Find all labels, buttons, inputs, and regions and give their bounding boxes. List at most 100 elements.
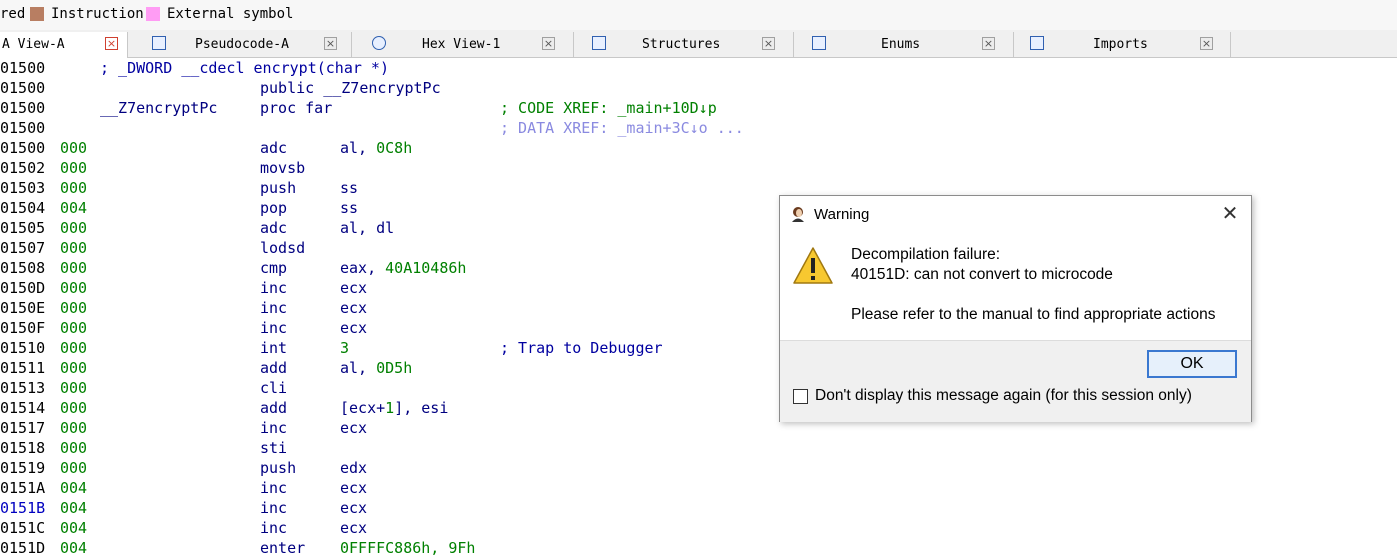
tab-enums[interactable]: Enums × [796,32,1014,57]
operands: ecx [340,298,367,318]
tab-label: A View-A [2,37,65,52]
listing-line: 0151C 004 inc ecx [0,518,1397,538]
dont-show-again-label[interactable]: Don't display this message again (for th… [815,387,1192,405]
address: 01503 [0,179,46,197]
operand-part: al, [340,359,377,377]
public-directive: public __Z7encryptPc [260,79,441,97]
tab-imports[interactable]: Imports × [1016,32,1231,57]
legend-item-label: External symbol [167,6,294,22]
operands: ecx [340,478,367,498]
listing-line: 01500 public __Z7encryptPc [0,78,1397,98]
tab-pseudocode-a[interactable]: Pseudocode-A × [136,32,352,57]
operand-part: 0FFFFC886h, 9Fh [340,539,476,557]
stack-pointer: 000 [60,259,88,277]
stack-pointer: 000 [60,399,88,417]
mnemonic: cli [260,379,288,397]
listing-line: 01500 ; DATA XREF: _main+3C↓o ... [0,118,1397,138]
close-icon[interactable]: × [542,37,555,50]
operand-part: ecx [340,519,368,537]
mnemonic: inc [260,299,288,317]
tab-label: Enums [881,37,921,52]
close-icon[interactable]: × [762,37,775,50]
operands: al, dl [340,218,394,238]
operand-part: edx [340,459,368,477]
stack-pointer: 000 [60,219,88,237]
warning-dialog: Warning ✕ Decompilation failure: 40151D:… [779,195,1252,422]
operands: ecx [340,318,367,338]
mnemonic: add [260,359,288,377]
mnemonic: inc [260,519,288,537]
stack-pointer: 000 [60,179,88,197]
code-xref-comment[interactable]: ; CODE XREF: _main+10D↓p [500,98,717,118]
tab-hex-view-1[interactable]: Hex View-1 × [356,32,574,57]
address: 01502 [0,159,46,177]
mnemonic: inc [260,279,288,297]
operand-part: ecx [340,319,368,337]
operand-part: 1 [385,399,395,417]
listing-line: 01500 000 adc al, 0C8h [0,138,1397,158]
app-logo-icon [792,207,804,222]
operand-part: ecx [340,279,368,297]
listing-line: 0151D 004 enter 0FFFFC886h, 9Fh [0,538,1397,558]
close-icon[interactable]: × [105,37,118,50]
address: 01511 [0,359,46,377]
stack-pointer: 000 [60,299,88,317]
stack-pointer: 000 [60,319,88,337]
stack-pointer: 000 [60,359,88,377]
stack-pointer: 000 [60,239,88,257]
ok-button[interactable]: OK [1147,350,1237,378]
data-xref-comment[interactable]: ; DATA XREF: _main+3C↓o ... [500,118,744,138]
stack-pointer: 000 [60,459,88,477]
stack-pointer: 004 [60,539,88,557]
stack-pointer: 000 [60,339,88,357]
function-label[interactable]: __Z7encryptPc [100,98,217,118]
listing-line: 01502 000 movsb [0,158,1397,178]
tab-structures[interactable]: Structures × [576,32,794,57]
close-icon[interactable]: × [982,37,995,50]
address: 01519 [0,459,46,477]
operand-part: al, [340,139,377,157]
listing-line: 01500 ; _DWORD __cdecl encrypt(char *) [0,58,1397,78]
imports-icon [1030,36,1044,50]
address: 0151B [0,499,46,517]
instruction-comment: ; Trap to Debugger [500,339,663,357]
mnemonic: push [260,459,297,477]
mnemonic: int [260,339,288,357]
close-icon[interactable]: ✕ [1220,204,1240,225]
tab-ida-view-a[interactable]: A View-A × [0,32,128,58]
operand-part: eax, [340,259,386,277]
dialog-title: Warning [814,206,870,223]
operand-part: 0D5h [376,359,413,377]
operand-part: ], esi [394,399,449,417]
dont-show-again-checkbox[interactable] [793,389,808,404]
operands: ecx [340,518,367,538]
operands: ecx [340,498,367,518]
close-icon[interactable]: × [324,37,337,50]
address: 01500 [0,79,46,97]
stack-pointer: 000 [60,139,88,157]
address: 01500 [0,139,46,157]
address: 0151C [0,519,46,537]
listing-line: 01519 000 push edx [0,458,1397,478]
mnemonic: cmp [260,259,288,277]
tab-label: Imports [1093,37,1148,52]
hex-view-icon [372,36,386,50]
address: 01500 [0,59,46,77]
pseudocode-icon [152,36,166,50]
mnemonic: push [260,179,297,197]
mnemonic: adc [260,139,288,157]
legend-item-label: red [0,6,26,22]
listing-line: 01500 __Z7encryptPc proc far ; CODE XREF… [0,98,1397,118]
mnemonic: adc [260,219,288,237]
operand-part: al, dl [340,219,395,237]
address: 01514 [0,399,46,417]
close-icon[interactable]: × [1200,37,1213,50]
operand-part: ecx [340,499,368,517]
operands: ss [340,198,358,218]
mnemonic: enter [260,539,306,557]
mnemonic: sti [260,439,288,457]
listing-line: 0151B 004 inc ecx [0,498,1397,518]
address: 01513 [0,379,46,397]
color-legend: red Instruction External symbol [0,0,1397,30]
stack-pointer: 000 [60,439,88,457]
